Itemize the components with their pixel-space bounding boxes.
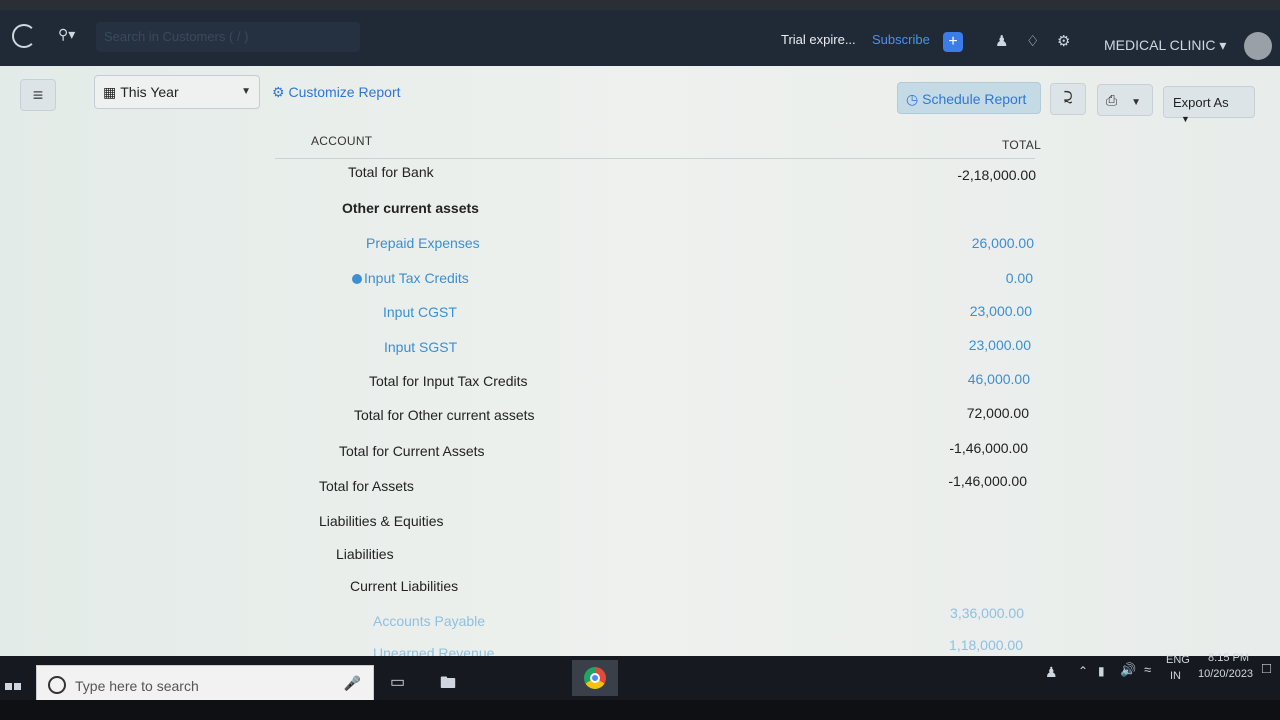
row-value: -1,46,000.00 [949, 440, 1028, 456]
language-indicator[interactable]: ENG IN [1166, 654, 1190, 682]
row-label: Liabilities & Equities [319, 513, 444, 529]
screen-bezel-top [0, 0, 1280, 10]
screen-bezel-bottom [0, 700, 1280, 720]
column-header-account: ACCOUNT [311, 134, 373, 148]
quick-create-button[interactable]: + [943, 32, 963, 52]
account-link[interactable]: Input Tax Credits [364, 270, 469, 286]
header-divider [275, 158, 1035, 159]
row-value-link[interactable]: 23,000.00 [892, 303, 1032, 319]
row-label: Other current assets [342, 200, 479, 216]
gear-icon: ⚙ [272, 84, 285, 100]
row-value-link[interactable]: 3,36,000.00 [884, 605, 1024, 621]
organization-switcher[interactable]: MEDICAL CLINIC ▾ [1104, 37, 1226, 54]
account-link[interactable]: Unearned Revenue [373, 645, 494, 656]
row-label: Current Liabilities [350, 578, 459, 594]
customize-report-link[interactable]: ⚙ Customize Report [272, 84, 401, 101]
taskbar-search-placeholder: Type here to search [75, 678, 199, 694]
row-value-link[interactable]: 46,000.00 [890, 371, 1030, 387]
clock[interactable]: 8:15 PM 10/20/2023 [1198, 652, 1253, 680]
chevron-down-icon[interactable]: ▼ [1131, 97, 1141, 108]
column-header-total: TOTAL [1002, 138, 1042, 152]
row-value-link[interactable]: 23,000.00 [891, 337, 1031, 353]
chevron-up-icon[interactable]: ⌃ [1078, 664, 1088, 678]
clock-time: 8:15 PM [1208, 652, 1250, 664]
row-label: Total for Input Tax Credits [369, 373, 528, 389]
report-main: ≡ ▦ This Year ▼ ⚙ Customize Report ◷ Sche… [0, 66, 1280, 656]
microphone-icon[interactable]: 🎤 [344, 675, 361, 692]
lang-code: ENG [1166, 654, 1190, 666]
share-icon: ⫈ [1063, 90, 1073, 107]
subscribe-link[interactable]: Subscribe [872, 32, 930, 47]
print-button[interactable]: ⎙ ▼ [1097, 84, 1153, 116]
schedule-report-label: Schedule Report [922, 91, 1027, 107]
schedule-report-button[interactable]: ◷ Schedule Report [897, 82, 1041, 114]
battery-icon[interactable]: ▮ [1098, 664, 1105, 678]
settings-icon[interactable]: ⚙ [1057, 32, 1070, 50]
row-label: Liabilities [336, 546, 394, 562]
row-label: Total for Bank [348, 164, 434, 180]
period-select[interactable]: ▦ This Year ▼ [94, 75, 260, 109]
users-icon[interactable]: ♟ [995, 32, 1008, 50]
trial-status: Trial expire... [781, 32, 856, 47]
export-as-label: Export As [1173, 95, 1229, 110]
file-explorer-icon[interactable]: 🖿 [440, 672, 456, 699]
chevron-down-icon: ▼ [1181, 114, 1190, 124]
account-link[interactable]: Prepaid Expenses [366, 235, 480, 251]
notification-icon[interactable]: □ [1262, 660, 1271, 677]
volume-icon[interactable]: 🔊 [1120, 662, 1136, 678]
customize-report-label: Customize Report [288, 84, 401, 100]
account-link[interactable]: Accounts Payable [373, 613, 485, 629]
account-link[interactable]: Input SGST [384, 339, 457, 355]
clock-date: 10/20/2023 [1198, 668, 1254, 680]
cortana-icon [48, 676, 66, 694]
taskbar-search-input[interactable]: Type here to search 🎤 [36, 665, 374, 703]
share-button[interactable]: ⫈ [1050, 83, 1086, 115]
search-icon[interactable]: ⚲▾ [58, 26, 75, 43]
clock-icon: ◷ [906, 91, 919, 107]
task-view-icon[interactable]: ▭ [390, 672, 405, 692]
global-search-input[interactable]: Search in Customers ( / ) [96, 22, 360, 52]
row-value: 72,000.00 [966, 405, 1029, 421]
row-label: Total for Current Assets [339, 443, 485, 459]
row-value-link[interactable]: 26,000.00 [894, 235, 1034, 251]
printer-icon: ⎙ [1106, 92, 1118, 108]
row-value: -1,46,000.00 [948, 473, 1027, 489]
row-value-link[interactable]: 0.00 [893, 270, 1033, 286]
avatar[interactable] [1244, 32, 1272, 60]
hamburger-menu-button[interactable]: ≡ [20, 79, 56, 111]
chevron-down-icon: ▼ [241, 86, 251, 97]
export-as-button[interactable]: Export As ▼ [1163, 86, 1255, 124]
calendar-icon: ▦ [103, 84, 117, 100]
refresh-icon[interactable] [12, 24, 36, 48]
people-icon[interactable]: ♟ [1045, 664, 1058, 681]
wifi-icon[interactable]: ≈ [1144, 662, 1151, 677]
row-value: -2,18,000.00 [957, 167, 1036, 183]
collapse-icon[interactable] [352, 274, 362, 285]
row-label: Total for Other current assets [354, 407, 535, 423]
period-label: This Year [120, 84, 179, 100]
row-label: Total for Assets [319, 478, 414, 494]
account-link[interactable]: Input CGST [383, 304, 457, 320]
bell-icon[interactable]: ♢ [1026, 32, 1039, 50]
app-topbar: ⚲▾ Search in Customers ( / ) Trial expir… [0, 10, 1280, 66]
row-value-link[interactable]: 1,18,000.00 [883, 637, 1023, 653]
region-code: IN [1170, 670, 1181, 682]
chrome-icon[interactable] [584, 667, 606, 689]
